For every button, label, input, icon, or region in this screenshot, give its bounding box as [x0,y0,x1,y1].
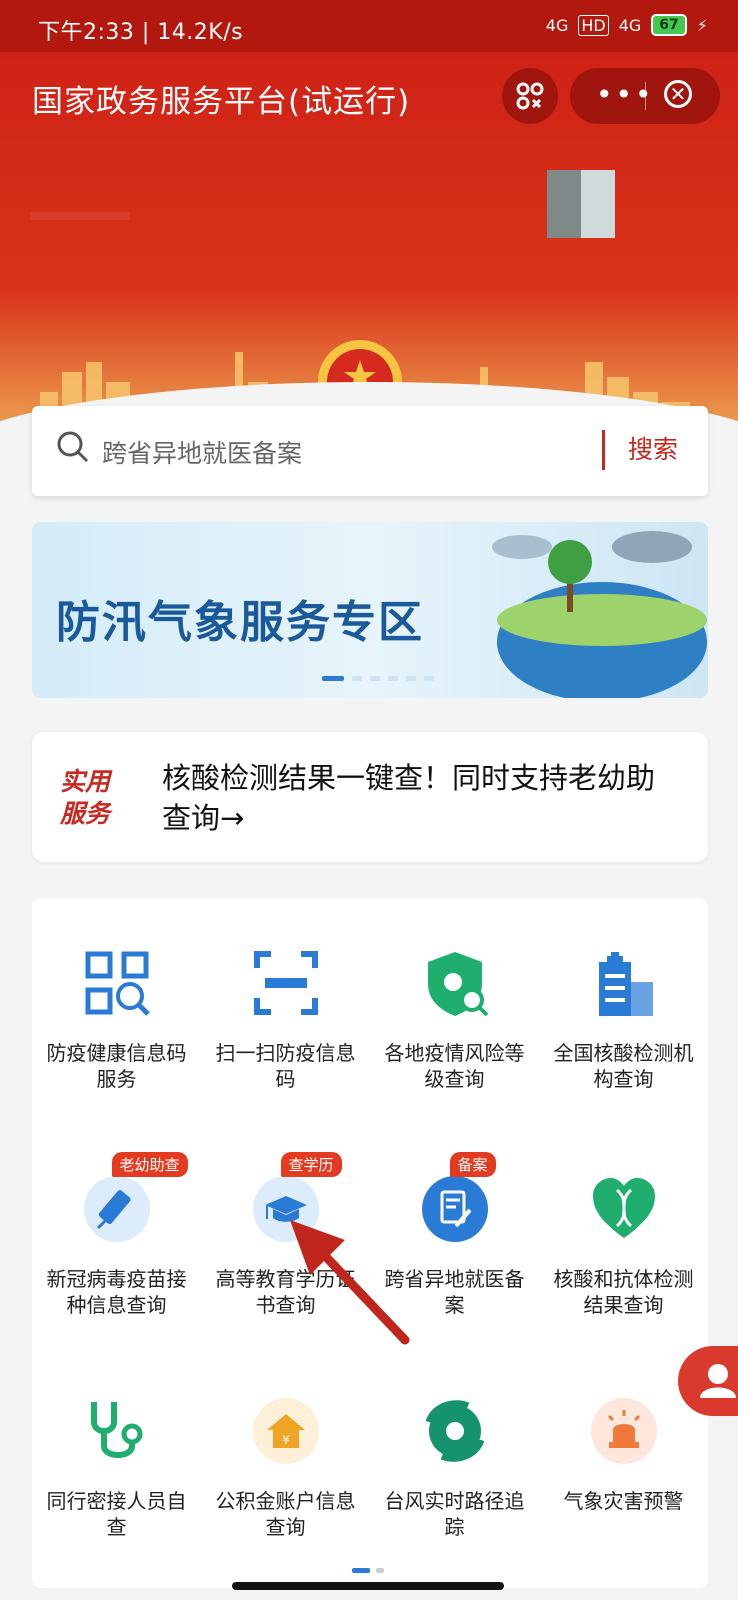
service-label: 气象灾害预警 [563,1489,684,1513]
scan-capsule-button[interactable] [502,68,558,124]
globe-island-illustration [492,531,707,698]
service-degree-certificate[interactable]: 查学历 高等教育学历证书查询 [201,1152,370,1318]
notice-tag: 实用服务 [60,767,111,828]
service-vaccine-record[interactable]: 老幼助查 新冠病毒疫苗接种信息查询 [32,1152,201,1318]
battery-icon: 67 [651,14,687,36]
search-divider [602,430,605,470]
customer-service-float-button[interactable] [678,1346,738,1416]
page-title: 国家政务服务平台(试运行) [32,84,411,120]
service-label: 扫一扫防疫信息码 [215,1041,356,1091]
search-button[interactable]: 搜索 [628,430,678,466]
service-label: 核酸和抗体检测结果查询 [553,1267,694,1317]
service-risk-level[interactable]: 各地疫情风险等级查询 [370,948,539,1092]
search-bar[interactable]: 跨省异地就医备案 搜索 [32,406,708,496]
search-icon [57,431,89,463]
service-test-results[interactable]: 核酸和抗体检测结果查询 [539,1174,708,1318]
virus-shield-icon [420,948,490,1018]
service-label: 公积金账户信息查询 [215,1489,356,1539]
svg-text:¥: ¥ [282,1433,290,1447]
scan-code-icon [516,82,544,110]
home-indicator [232,1582,504,1590]
service-housing-fund[interactable]: ¥ 公积金账户信息查询 [201,1396,370,1540]
service-health-code[interactable]: 防疫健康信息码服务 [32,948,201,1092]
status-time: 下午2:33 | 14.2K/s [38,20,244,45]
house-fund-icon: ¥ [251,1396,321,1466]
person-icon [700,1364,736,1398]
service-grid: 防疫健康信息码服务 扫一扫防疫信息码 各地疫情风险等级查询 全国核酸检测机构查询… [32,898,708,1588]
typhoon-icon [420,1396,490,1466]
hospital-icon [589,948,659,1018]
service-typhoon-tracking[interactable]: 台风实时路径追踪 [370,1396,539,1540]
service-close-contact[interactable]: 同行密接人员自查 [32,1396,201,1540]
service-label: 防疫健康信息码服务 [46,1041,187,1091]
stethoscope-icon [82,1396,152,1466]
service-testing-institutions[interactable]: 全国核酸检测机构查询 [539,948,708,1092]
menu-capsule: ••• ✕ [570,68,720,124]
search-input[interactable]: 跨省异地就医备案 [102,434,302,470]
vaccine-icon: 老幼助查 [82,1152,188,1244]
header: 国家政务服务平台(试运行) ••• ✕ [0,52,738,452]
service-scan-code[interactable]: 扫一扫防疫信息码 [201,948,370,1092]
service-label: 高等教育学历证书查询 [215,1267,356,1317]
service-label: 全国核酸检测机构查询 [553,1041,694,1091]
scan-frame-icon [251,948,321,1018]
service-label: 新冠病毒疫苗接种信息查询 [46,1267,187,1317]
status-icons: 4G HD 4G 67 ⚡ [546,14,708,36]
alarm-light-icon [589,1396,659,1466]
badge: 备案 [449,1152,496,1177]
service-label: 跨省异地就医备案 [384,1267,525,1317]
capsule-divider [645,82,646,110]
banner-title: 防汛气象服务专区 [56,597,424,648]
notice-message: 核酸检测结果一键查！同时支持老幼助查询→ [162,761,656,835]
blurred-username [30,212,130,220]
network-icon-2: 4G [618,15,642,35]
service-label: 台风实时路径追踪 [384,1489,525,1539]
close-icon[interactable]: ✕ [664,80,692,108]
service-label: 各地疫情风险等级查询 [384,1041,525,1091]
network-icon: 4G [545,15,569,35]
practical-service-notice[interactable]: 实用服务 核酸检测结果一键查！同时支持老幼助查询→ [32,732,708,862]
badge: 老幼助查 [111,1152,188,1177]
hd-icon: HD [578,14,609,36]
edit-document-icon: 备案 [420,1152,496,1244]
grid-pagination [352,1568,384,1573]
service-medical-filing[interactable]: 备案 跨省异地就医备案 [370,1152,539,1318]
badge: 查学历 [280,1152,342,1177]
dna-heart-icon [589,1174,659,1244]
promo-banner[interactable]: 防汛气象服务专区 [32,522,708,698]
banner-pagination [322,676,434,681]
avatar [547,170,615,238]
service-label: 同行密接人员自查 [46,1489,187,1539]
charging-icon: ⚡ [696,15,708,35]
qr-scan-icon [82,948,152,1018]
status-bar: 下午2:33 | 14.2K/s 4G HD 4G 67 ⚡ [0,0,738,52]
graduation-cap-icon: 查学历 [251,1152,342,1244]
